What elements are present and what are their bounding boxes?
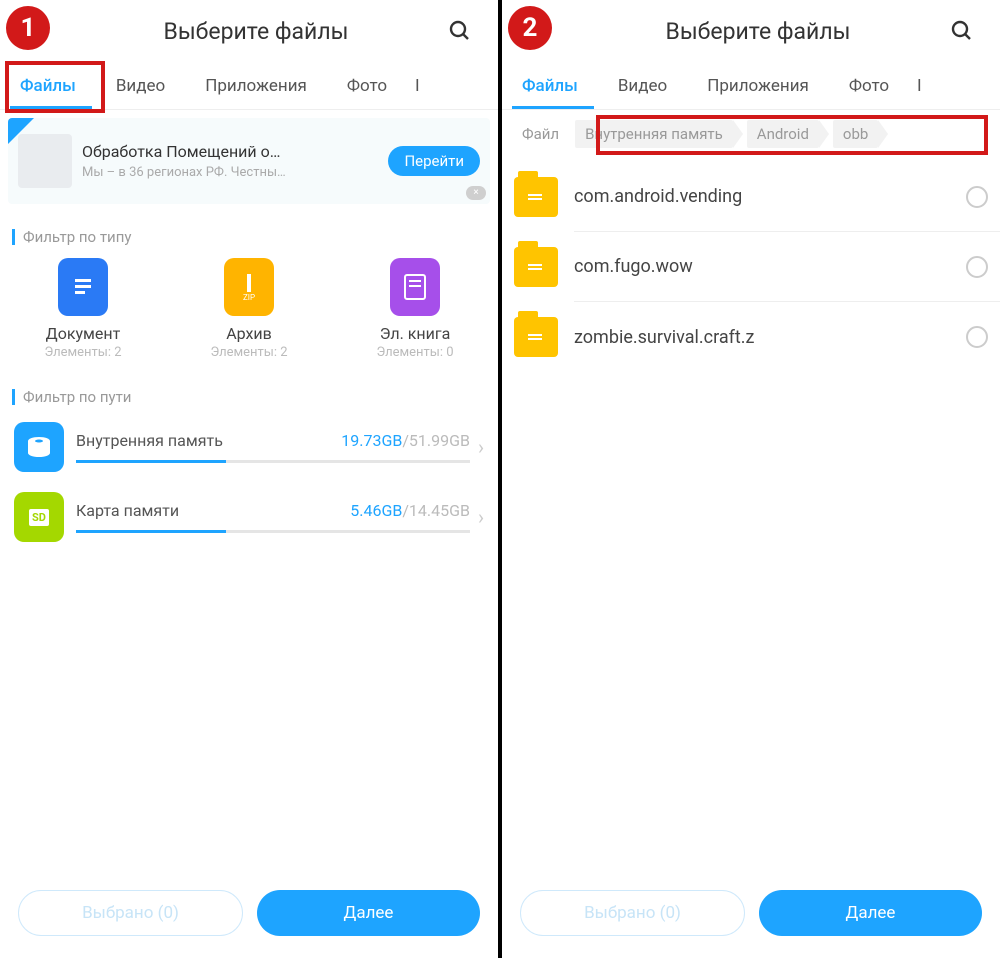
tab-more[interactable]: I — [909, 62, 942, 110]
folder-icon — [514, 317, 558, 357]
storage-sd-used: 5.46GB — [350, 501, 402, 520]
search-button[interactable] — [440, 11, 480, 51]
search-icon — [448, 19, 472, 43]
crumb-obb[interactable]: obb — [833, 120, 878, 148]
selected-count-pill[interactable]: Выбрано (0) — [18, 890, 243, 936]
document-icon — [58, 258, 108, 316]
step-badge-2: 2 — [508, 6, 552, 50]
svg-text:ZIP: ZIP — [243, 293, 255, 302]
tab-video[interactable]: Видео — [598, 62, 687, 110]
bottom-bar: Выбрано (0) Далее — [502, 876, 1000, 958]
step-badge-1: 1 — [6, 6, 50, 50]
type-archive-count: Элементы: 2 — [179, 345, 319, 360]
folder-icon — [514, 247, 558, 287]
disk-icon — [14, 422, 64, 472]
filter-path-label: Фильтр по пути — [23, 388, 131, 406]
type-ebook[interactable]: Эл. книга Элементы: 0 — [345, 258, 485, 360]
storage-internal-name: Внутренняя память — [76, 431, 223, 450]
heading-bar-icon — [12, 229, 15, 245]
archive-icon: ZIP — [224, 258, 274, 316]
ad-cta-button[interactable]: Перейти — [388, 146, 480, 176]
folder-name-label: com.fugo.wow — [574, 256, 693, 277]
radio-select[interactable] — [966, 256, 988, 278]
ad-close-icon[interactable]: × — [466, 186, 486, 200]
type-archive-label: Архив — [179, 324, 319, 343]
tab-video[interactable]: Видео — [96, 62, 185, 110]
tab-underline — [10, 106, 92, 109]
radio-select[interactable] — [966, 186, 988, 208]
chevron-right-icon: › — [470, 435, 484, 459]
sdcard-icon: SD — [14, 492, 64, 542]
tab-files[interactable]: Файлы — [502, 62, 598, 110]
pane-step-2: 2 Выберите файлы Файлы Видео Приложения … — [502, 0, 1000, 958]
ad-banner[interactable]: Обработка Помещений о… Мы – в 36 региона… — [8, 118, 490, 204]
type-filter-row: Документ Элементы: 2 ZIP Архив Элементы:… — [0, 252, 498, 372]
storage-internal-total: /51.99GB — [402, 431, 470, 450]
storage-sd-bar — [76, 530, 470, 533]
filter-type-heading: Фильтр по типу — [0, 212, 498, 252]
ad-corner-icon — [8, 118, 34, 144]
storage-internal[interactable]: Внутренняя память 19.73GB/51.99GB › — [0, 412, 498, 482]
ad-title: Обработка Помещений о… — [82, 142, 388, 161]
type-document-count: Элементы: 2 — [13, 345, 153, 360]
filter-path-heading: Фильтр по пути — [0, 372, 498, 412]
storage-internal-bar — [76, 460, 470, 463]
type-document-label: Документ — [13, 324, 153, 343]
tab-files[interactable]: Файлы — [0, 62, 96, 110]
type-ebook-count: Элементы: 0 — [345, 345, 485, 360]
storage-sd-total: /14.45GB — [402, 501, 470, 520]
folder-row[interactable]: com.android.vending — [514, 162, 1000, 232]
chevron-right-icon: › — [470, 505, 484, 529]
tab-underline — [512, 106, 594, 109]
crumb-root[interactable]: Файл — [512, 122, 569, 146]
crumb-android[interactable]: Android — [747, 120, 819, 148]
bottom-bar: Выбрано (0) Далее — [0, 876, 498, 958]
storage-sdcard[interactable]: SD Карта памяти 5.46GB/14.45GB › — [0, 482, 498, 552]
next-button[interactable]: Далее — [257, 890, 480, 936]
ad-subtitle: Мы – в 36 регионах РФ. Честны… — [82, 165, 388, 180]
type-archive[interactable]: ZIP Архив Элементы: 2 — [179, 258, 319, 360]
type-document[interactable]: Документ Элементы: 2 — [13, 258, 153, 360]
heading-bar-icon — [12, 389, 15, 405]
folder-row[interactable]: com.fugo.wow — [514, 232, 1000, 302]
tab-apps[interactable]: Приложения — [185, 62, 327, 110]
radio-select[interactable] — [966, 326, 988, 348]
storage-internal-used: 19.73GB — [341, 431, 402, 450]
folder-name-label: zombie.survival.craft.z — [574, 327, 754, 348]
pane-step-1: 1 Выберите файлы Файлы Видео Приложения … — [0, 0, 498, 958]
tab-apps[interactable]: Приложения — [687, 62, 829, 110]
selected-count-pill[interactable]: Выбрано (0) — [520, 890, 745, 936]
folder-name-label: com.android.vending — [574, 186, 742, 207]
filter-type-label: Фильтр по типу — [23, 228, 131, 246]
folder-list: com.android.vending com.fugo.wow zombie.… — [502, 158, 1000, 372]
tab-bar: Файлы Видео Приложения Фото I — [502, 62, 1000, 110]
storage-sd-name: Карта памяти — [76, 501, 179, 520]
tab-bar: Файлы Видео Приложения Фото I — [0, 62, 498, 110]
type-ebook-label: Эл. книга — [345, 324, 485, 343]
tab-photo[interactable]: Фото — [829, 62, 909, 110]
search-icon — [950, 19, 974, 43]
tab-more[interactable]: I — [407, 62, 440, 110]
tab-photo[interactable]: Фото — [327, 62, 407, 110]
ebook-icon — [390, 258, 440, 316]
search-button[interactable] — [942, 11, 982, 51]
breadcrumb: Файл Внутренняя память Android obb — [502, 110, 1000, 158]
page-title: Выберите файлы — [574, 18, 942, 45]
crumb-internal[interactable]: Внутренняя память — [575, 120, 733, 148]
next-button[interactable]: Далее — [759, 890, 982, 936]
app-bar: Выберите файлы — [0, 0, 498, 62]
app-bar: Выберите файлы — [502, 0, 1000, 62]
page-title: Выберите файлы — [72, 18, 440, 45]
folder-row[interactable]: zombie.survival.craft.z — [514, 302, 1000, 372]
folder-icon — [514, 177, 558, 217]
